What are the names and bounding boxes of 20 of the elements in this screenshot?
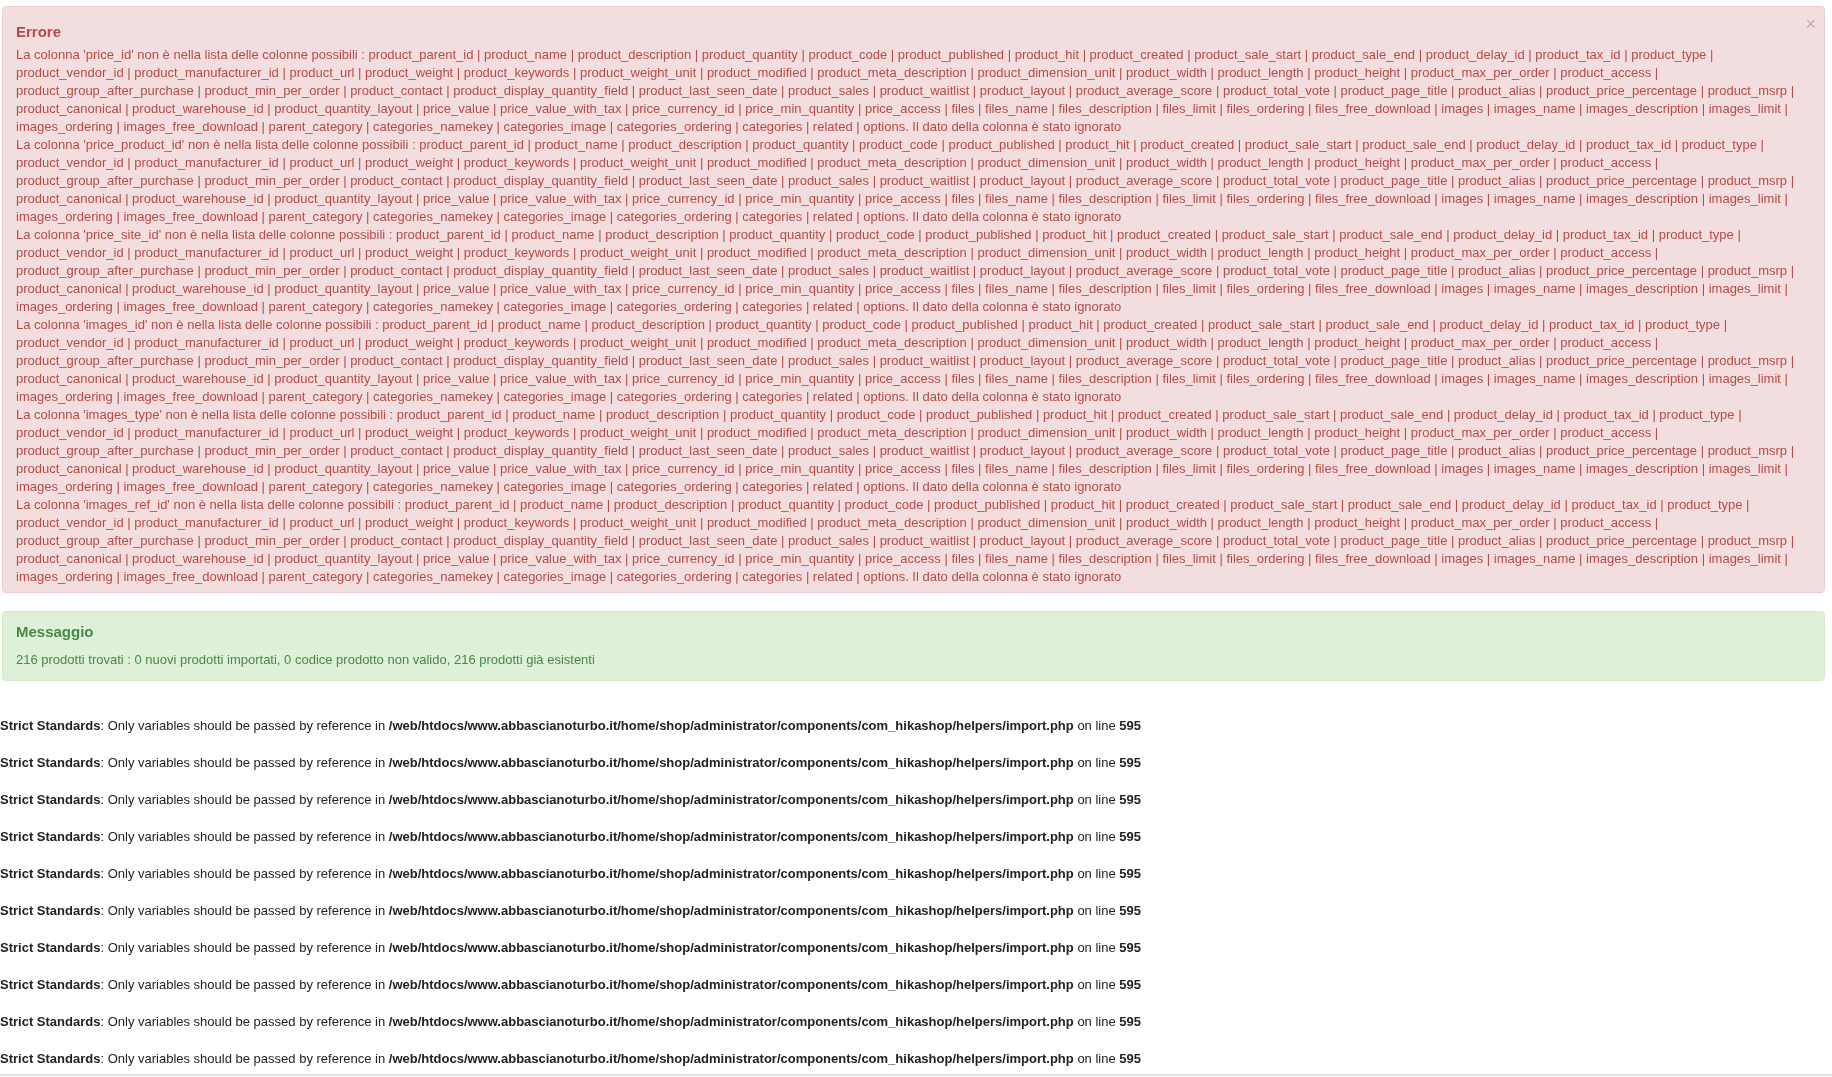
error-message: La colonna 'price_id' non è nella lista delle colonne possibili : product_parent_id | product_name | product_description | product_quantity | product_code | product_published | product_hit | product_created | product_sale_start | product_sale_end | product_delay_id | product_tax_id | product_type | product_vendor_id | product_manufacturer_id | product_url | product_weight | product_keywords | product_weight_unit | product_modified | product_meta_description | product_dimension_unit | product_width | product_length | product_height | product_max_per_order | product_access | product_group_after_purchase | product_min_per_order | product_contact | product_display_quantity_field | product_last_seen_date | product_sales | product_waitlist | product_layout | product_average_score | product_total_vote | product_page_title | product_alias | product_price_percentage | product_msrp | product_canonical | product_warehouse_id | product_quantity_layout | price_value | price_value_with_tax | price_currency_id | price_min_quantity | price_access | files | files_name | files_description | files_limit | files_ordering | files_free_download | images | images_name | images_description | images_limit | images_ordering | images_free_download | parent_category | categories_namekey | categories_image | categories_ordering | categories | related | options. Il dato della colonna è stato ignorato xyxy=(16,46,1796,136)
message-title: Messaggio xyxy=(16,622,94,642)
error-message: La colonna 'price_product_id' non è nella lista delle colonne possibili : product_parent_id | product_name | product_description | product_quantity | product_code | product_published | product_hit | product_created | product_sale_start | product_sale_end | product_delay_id | product_tax_id | product_type | product_vendor_id | product_manufacturer_id | product_url | product_weight | product_keywords | product_weight_unit | product_modified | product_meta_description | product_dimension_unit | product_width | product_length | product_height | product_max_per_order | product_access | product_group_after_purchase | product_min_per_order | product_contact | product_display_quantity_field | product_last_seen_date | product_sales | product_waitlist | product_layout | product_average_score | product_total_vote | product_page_title | product_alias | product_price_percentage | product_msrp | product_canonical | product_warehouse_id | product_quantity_layout | price_value | price_value_with_tax | price_currency_id | price_min_quantity | price_access | files | files_name | files_description | files_limit | files_ordering | files_free_download | images | images_name | images_description | images_limit | images_ordering | images_free_download | parent_category | categories_namekey | categories_image | categories_ordering | categories | related | options. Il dato della colonna è stato ignorato xyxy=(16,136,1796,226)
error-message: La colonna 'images_type' non è nella lista delle colonne possibili : product_parent_id | product_name | product_description | product_quantity | product_code | product_published | product_hit | product_created | product_sale_start | product_sale_end | product_delay_id | product_tax_id | product_type | product_vendor_id | product_manufacturer_id | product_url | product_weight | product_keywords | product_weight_unit | product_modified | product_meta_description | product_dimension_unit | product_width | product_length | product_height | product_max_per_order | product_access | product_group_after_purchase | product_min_per_order | product_contact | product_display_quantity_field | product_last_seen_date | product_sales | product_waitlist | product_layout | product_average_score | product_total_vote | product_page_title | product_alias | product_price_percentage | product_msrp | product_canonical | product_warehouse_id | product_quantity_layout | price_value | price_value_with_tax | price_currency_id | price_min_quantity | price_access | files | files_name | files_description | files_limit | files_ordering | files_free_download | images | images_name | images_description | images_limit | images_ordering | images_free_download | parent_category | categories_namekey | categories_image | categories_ordering | categories | related | options. Il dato della colonna è stato ignorato xyxy=(16,406,1796,496)
warning-line: Strict Standards: Only variables should be passed by reference in /web/htdocs/www.abbascianoturbo.it/home/shop/administrator/components/com_hikashop/helpers/import.php on line 595 xyxy=(0,828,1142,846)
warning-line: Strict Standards: Only variables should be passed by reference in /web/htdocs/www.abbascianoturbo.it/home/shop/administrator/components/com_hikashop/helpers/import.php on line 595 xyxy=(0,976,1142,994)
error-message: La colonna 'images_id' non è nella lista delle colonne possibili : product_parent_id | product_name | product_description | product_quantity | product_code | product_published | product_hit | product_created | product_sale_start | product_sale_end | product_delay_id | product_tax_id | product_type | product_vendor_id | product_manufacturer_id | product_url | product_weight | product_keywords | product_weight_unit | product_modified | product_meta_description | product_dimension_unit | product_width | product_length | product_height | product_max_per_order | product_access | product_group_after_purchase | product_min_per_order | product_contact | product_display_quantity_field | product_last_seen_date | product_sales | product_waitlist | product_layout | product_average_score | product_total_vote | product_page_title | product_alias | product_price_percentage | product_msrp | product_canonical | product_warehouse_id | product_quantity_layout | price_value | price_value_with_tax | price_currency_id | price_min_quantity | price_access | files | files_name | files_description | files_limit | files_ordering | files_free_download | images | images_name | images_description | images_limit | images_ordering | images_free_download | parent_category | categories_namekey | categories_image | categories_ordering | categories | related | options. Il dato della colonna è stato ignorato xyxy=(16,316,1796,406)
close-button[interactable]: × xyxy=(1805,15,1816,33)
error-message: La colonna 'price_site_id' non è nella lista delle colonne possibili : product_parent_id | product_name | product_description | product_quantity | product_code | product_published | product_hit | product_created | product_sale_start | product_sale_end | product_delay_id | product_tax_id | product_type | product_vendor_id | product_manufacturer_id | product_url | product_weight | product_keywords | product_weight_unit | product_modified | product_meta_description | product_dimension_unit | product_width | product_length | product_height | product_max_per_order | product_access | product_group_after_purchase | product_min_per_order | product_contact | product_display_quantity_field | product_last_seen_date | product_sales | product_waitlist | product_layout | product_average_score | product_total_vote | product_page_title | product_alias | product_price_percentage | product_msrp | product_canonical | product_warehouse_id | product_quantity_layout | price_value | price_value_with_tax | price_currency_id | price_min_quantity | price_access | files | files_name | files_description | files_limit | files_ordering | files_free_download | images | images_name | images_description | images_limit | images_ordering | images_free_download | parent_category | categories_namekey | categories_image | categories_ordering | categories | related | options. Il dato della colonna è stato ignorato xyxy=(16,226,1796,316)
message-text: 216 prodotti trovati : 0 nuovi prodotti importati, 0 codice prodotto non valido, 216 prodotti già esistenti xyxy=(16,652,595,667)
warning-line: Strict Standards: Only variables should be passed by reference in /web/htdocs/www.abbascianoturbo.it/home/shop/administrator/components/com_hikashop/helpers/import.php on line 595 xyxy=(0,939,1142,957)
warning-line: Strict Standards: Only variables should be passed by reference in /web/htdocs/www.abbascianoturbo.it/home/shop/administrator/components/com_hikashop/helpers/import.php on line 595 xyxy=(0,865,1142,883)
warning-line: Strict Standards: Only variables should be passed by reference in /web/htdocs/www.abbascianoturbo.it/home/shop/administrator/components/com_hikashop/helpers/import.php on line 595 xyxy=(0,717,1142,735)
warning-line: Strict Standards: Only variables should be passed by reference in /web/htdocs/www.abbascianoturbo.it/home/shop/administrator/components/com_hikashop/helpers/import.php on line 595 xyxy=(0,902,1142,920)
error-title: Errore xyxy=(16,23,62,41)
warning-line: Strict Standards: Only variables should be passed by reference in /web/htdocs/www.abbascianoturbo.it/home/shop/administrator/components/com_hikashop/helpers/import.php on line 595 xyxy=(0,1013,1142,1031)
warning-line: Strict Standards: Only variables should be passed by reference in /web/htdocs/www.abbascianoturbo.it/home/shop/administrator/components/com_hikashop/helpers/import.php on line 595 xyxy=(0,791,1142,809)
error-message: La colonna 'images_ref_id' non è nella lista delle colonne possibili : product_parent_id | product_name | product_description | product_quantity | product_code | product_published | product_hit | product_created | product_sale_start | product_sale_end | product_delay_id | product_tax_id | product_type | product_vendor_id | product_manufacturer_id | product_url | product_weight | product_keywords | product_weight_unit | product_modified | product_meta_description | product_dimension_unit | product_width | product_length | product_height | product_max_per_order | product_access | product_group_after_purchase | product_min_per_order | product_contact | product_display_quantity_field | product_last_seen_date | product_sales | product_waitlist | product_layout | product_average_score | product_total_vote | product_page_title | product_alias | product_price_percentage | product_msrp | product_canonical | product_warehouse_id | product_quantity_layout | price_value | price_value_with_tax | price_currency_id | price_min_quantity | price_access | files | files_name | files_description | files_limit | files_ordering | files_free_download | images | images_name | images_description | images_limit | images_ordering | images_free_download | parent_category | categories_namekey | categories_image | categories_ordering | categories | related | options. Il dato della colonna è stato ignorato xyxy=(16,496,1796,586)
warning-line: Strict Standards: Only variables should be passed by reference in /web/htdocs/www.abbascianoturbo.it/home/shop/administrator/components/com_hikashop/helpers/import.php on line 595 xyxy=(0,1050,1142,1068)
warning-line: Strict Standards: Only variables should be passed by reference in /web/htdocs/www.abbascianoturbo.it/home/shop/administrator/components/com_hikashop/helpers/import.php on line 595 xyxy=(0,754,1142,772)
